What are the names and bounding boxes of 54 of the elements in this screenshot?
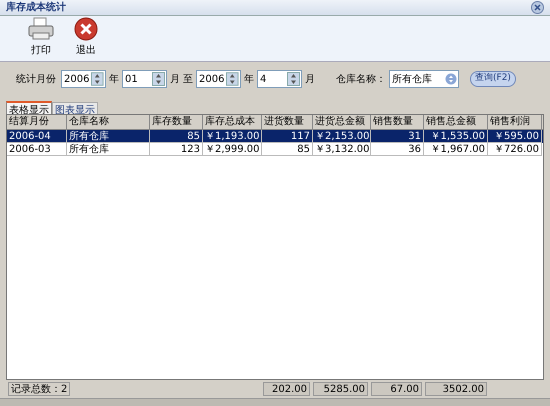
column-header[interactable]: 库存数量 [150,115,203,129]
field-value: 01 [124,72,139,86]
table-cell: 2006-03 [7,143,67,156]
spin-field[interactable]: 01 [122,70,167,88]
total-value: 3502.00 [425,382,487,396]
column-header[interactable]: 结算月份 [7,115,67,129]
toolbar-button[interactable]: 打印 [28,17,54,58]
table-cell: 36 [371,143,424,156]
close-icon [74,17,98,41]
table-cell: ￥2,999.00 [203,143,262,156]
column-header[interactable]: 销售利润 [488,115,542,129]
column-header[interactable]: 销售总金额 [424,115,488,129]
spinner-icon[interactable] [287,72,300,86]
spin-field[interactable]: 2006 [196,70,241,88]
table-cell: 123 [150,143,203,156]
field-label: 年 [109,72,119,86]
warehouse-dropdown[interactable]: 所有仓库 [389,70,459,88]
table-cell: ￥3,132.00 [313,143,371,156]
tab[interactable]: 表格显示 [6,101,52,114]
dropdown-icon [445,73,457,85]
spinner-icon[interactable] [152,72,165,86]
table-cell: ￥1,967.00 [424,143,488,156]
field-value: 4 [259,72,268,86]
window-title: 库存成本统计 [6,0,66,15]
column-header[interactable]: 库存总成本 [203,115,262,129]
field-label: 至 [183,72,193,86]
field-value: 2006 [198,72,226,86]
spinner-icon[interactable] [226,72,239,86]
field-label: 月 [170,72,180,86]
field-label: 月 [305,72,315,86]
table-cell: ￥726.00 [488,143,542,156]
table-row[interactable]: 2006-04 所有仓库 85 ￥1,193.00 117 ￥2,153.00 31 ￥1,535.00 ￥595.00 [7,130,543,143]
tab[interactable]: 图表显示 [52,102,98,114]
toolbar-button[interactable]: 退出 [74,17,98,58]
spinner-icon[interactable] [91,72,104,86]
record-count: 记录总数：2 [8,382,70,396]
field-label: 仓库名称： [336,72,386,86]
field-label: 年 [244,72,254,86]
table-row[interactable]: 2006-03 所有仓库 123 ￥2,999.00 85 ￥3,132.00 36 ￥1,967.00 ￥726.00 [7,143,543,156]
spin-field[interactable]: 4 [257,70,302,88]
total-value: 5285.00 [313,382,368,396]
field-value: 2006 [63,72,90,86]
spin-field[interactable]: 2006 [61,70,106,88]
table-cell: 85 [262,143,313,156]
total-value: 67.00 [371,382,422,396]
table-cell: 所有仓库 [67,143,150,156]
column-header[interactable]: 仓库名称 [67,115,150,129]
column-header[interactable]: 进货总金额 [313,115,371,129]
close-icon[interactable] [531,1,544,14]
column-header[interactable]: 进货数量 [262,115,313,129]
field-label: 统计月份 [16,72,56,86]
query-button[interactable]: 查询(F2) [470,71,516,87]
total-value: 202.00 [263,382,310,396]
column-header[interactable]: 销售数量 [371,115,424,129]
